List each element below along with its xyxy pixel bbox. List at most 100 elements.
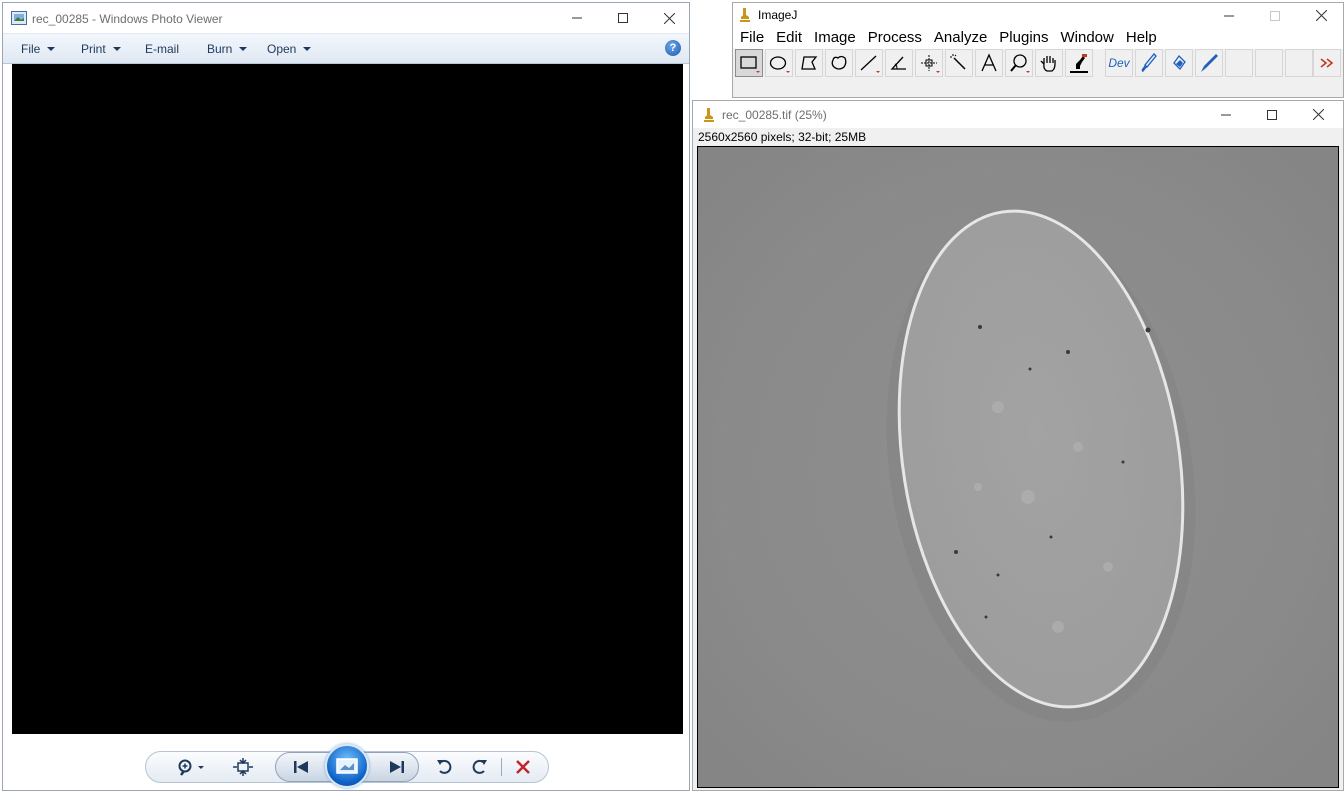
point-tool[interactable] <box>915 49 943 77</box>
imagej-menubar: File Edit Image Process Analyze Plugins … <box>733 28 1343 49</box>
rotate-counterclockwise-button[interactable] <box>435 758 455 776</box>
help-icon[interactable]: ? <box>665 40 681 56</box>
menu-print[interactable]: Print <box>81 42 121 56</box>
angle-tool[interactable] <box>885 49 913 77</box>
zoom-icon <box>178 759 204 776</box>
minimize-icon <box>572 17 582 19</box>
photo-display-area[interactable] <box>12 64 683 734</box>
freehand-icon <box>831 55 847 70</box>
empty-tool-slot <box>1255 49 1283 77</box>
photo-viewer-controls <box>3 736 689 790</box>
pencil-icon <box>1201 54 1218 72</box>
color-picker-icon <box>1070 54 1088 73</box>
minimize-icon <box>1224 15 1234 16</box>
slideshow-icon <box>336 758 358 774</box>
maximize-button[interactable] <box>1252 3 1298 28</box>
imagej-titlebar[interactable]: ImageJ <box>733 3 1343 28</box>
hand-icon <box>1040 56 1056 72</box>
delete-button[interactable] <box>513 758 533 776</box>
paintbrush-icon <box>1141 53 1157 72</box>
flood-fill-tool[interactable] <box>1165 49 1193 77</box>
maximize-button[interactable] <box>1249 101 1295 128</box>
zoom-button[interactable] <box>173 758 209 776</box>
delete-icon <box>516 760 530 774</box>
rotate-counterclockwise-icon <box>437 759 452 774</box>
rotate-clockwise-button[interactable] <box>469 758 489 776</box>
oval-tool[interactable] <box>765 49 793 77</box>
close-icon <box>663 12 675 24</box>
chevron-down-icon <box>239 47 248 51</box>
scrolling-tool[interactable] <box>1035 49 1063 77</box>
imagej-toolbar: Dev <box>733 49 1343 79</box>
maximize-icon <box>1267 109 1277 120</box>
close-button[interactable] <box>1295 101 1341 128</box>
menu-image[interactable]: Image <box>808 28 862 49</box>
menu-window[interactable]: Window <box>1055 28 1120 49</box>
pencil-tool[interactable] <box>1195 49 1223 77</box>
maximize-icon <box>618 13 628 23</box>
image-canvas[interactable] <box>697 146 1339 788</box>
menu-file[interactable]: File <box>733 28 770 49</box>
photo-viewer-title: rec_00285 - Windows Photo Viewer <box>32 12 223 26</box>
menu-burn[interactable]: Burn <box>207 42 248 56</box>
freehand-tool[interactable] <box>825 49 853 77</box>
microscope-icon <box>739 7 751 23</box>
wand-icon <box>950 54 966 70</box>
toolbar-divider <box>501 758 502 776</box>
text-tool[interactable] <box>975 49 1003 77</box>
paintbrush-tool[interactable] <box>1135 49 1163 77</box>
image-window-title: rec_00285.tif (25%) <box>722 108 827 122</box>
previous-button[interactable] <box>289 758 313 776</box>
menu-analyze[interactable]: Analyze <box>928 28 993 49</box>
minimize-icon <box>1221 114 1231 115</box>
previous-icon <box>294 761 308 773</box>
maximize-icon <box>1270 10 1280 21</box>
developer-menu-tool[interactable]: Dev <box>1105 49 1133 77</box>
maximize-button[interactable] <box>600 3 646 33</box>
next-button[interactable] <box>385 758 409 776</box>
menu-process[interactable]: Process <box>862 28 928 49</box>
rectangle-icon <box>740 56 760 73</box>
point-icon <box>921 55 940 73</box>
more-tools-button[interactable] <box>1313 49 1341 77</box>
photo-viewer-app-icon <box>11 11 27 25</box>
close-button[interactable] <box>646 3 692 33</box>
menu-help[interactable]: Help <box>1120 28 1163 49</box>
minimize-button[interactable] <box>1206 3 1252 28</box>
empty-tool-slot <box>1285 49 1313 77</box>
dev-label: Dev <box>1108 56 1130 70</box>
next-icon <box>390 761 404 773</box>
minimize-button[interactable] <box>554 3 600 33</box>
fit-to-window-button[interactable] <box>231 758 255 776</box>
straight-line-tool[interactable] <box>855 49 883 77</box>
double-chevron-right-icon <box>1320 58 1334 68</box>
menu-file[interactable]: File <box>21 42 56 56</box>
close-button[interactable] <box>1298 3 1344 28</box>
photo-viewer-window: rec_00285 - Windows Photo Viewer File Pr… <box>2 2 690 791</box>
chevron-down-icon <box>47 47 56 51</box>
rotate-clockwise-icon <box>472 759 487 774</box>
color-picker-tool[interactable] <box>1065 49 1093 77</box>
oval-icon <box>769 56 790 73</box>
text-icon <box>981 53 997 72</box>
slideshow-button[interactable] <box>325 744 369 788</box>
polygon-icon <box>801 56 818 70</box>
angle-icon <box>890 56 906 70</box>
image-window-titlebar[interactable]: rec_00285.tif (25%) <box>693 101 1343 128</box>
menu-plugins[interactable]: Plugins <box>993 28 1054 49</box>
minimize-button[interactable] <box>1203 101 1249 128</box>
menu-email[interactable]: E-mail <box>145 42 179 56</box>
rectangle-tool[interactable] <box>735 49 763 77</box>
polygon-tool[interactable] <box>795 49 823 77</box>
image-window: rec_00285.tif (25%) 2560x2560 pixels; 32… <box>692 100 1344 791</box>
menu-open[interactable]: Open <box>267 42 312 56</box>
wand-tool[interactable] <box>945 49 973 77</box>
photo-viewer-titlebar[interactable]: rec_00285 - Windows Photo Viewer <box>3 3 689 33</box>
imagej-window: ImageJ File Edit Image Process Analyze P… <box>732 2 1344 98</box>
magnifier-tool[interactable] <box>1005 49 1033 77</box>
flood-fill-icon <box>1173 54 1186 71</box>
menu-edit[interactable]: Edit <box>770 28 808 49</box>
straight-line-icon <box>860 55 880 73</box>
close-icon <box>1312 109 1324 120</box>
chevron-down-icon <box>112 47 121 51</box>
